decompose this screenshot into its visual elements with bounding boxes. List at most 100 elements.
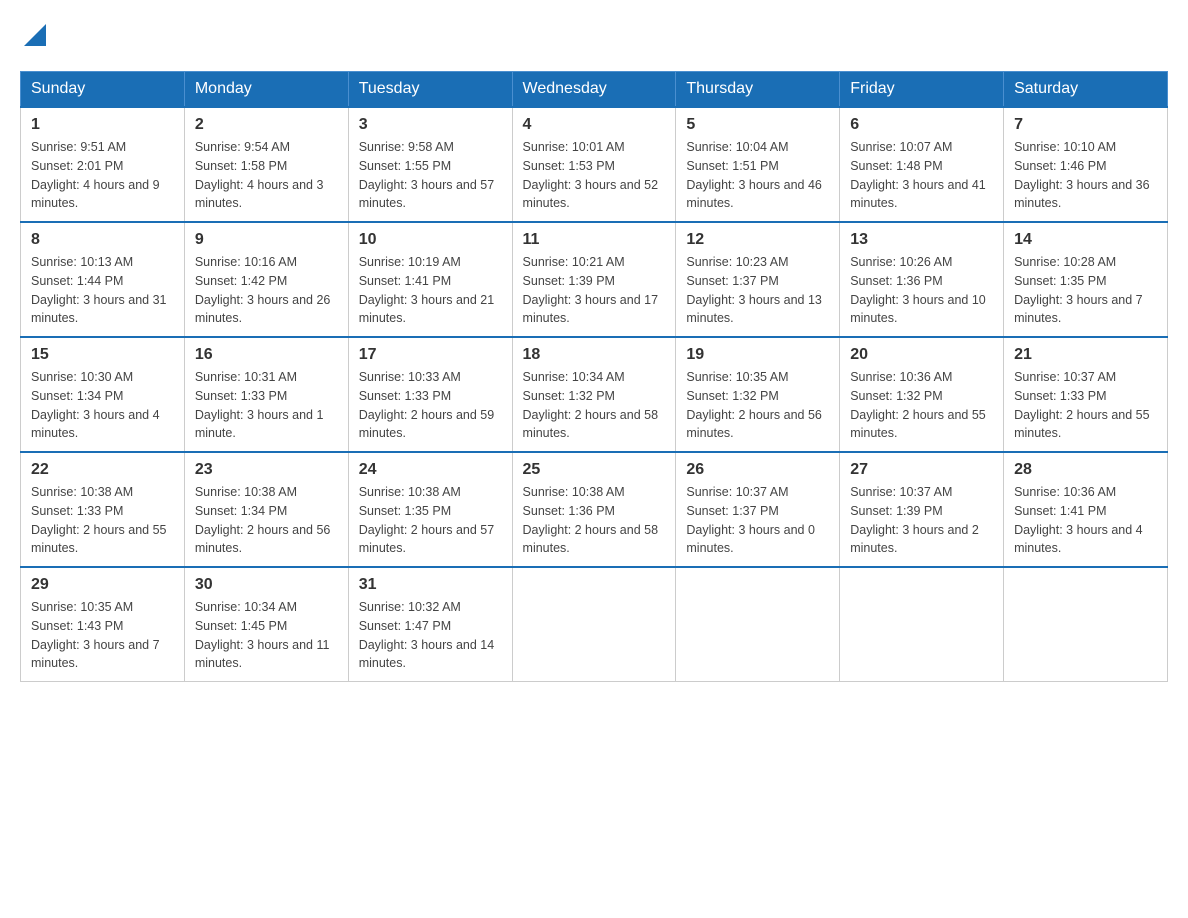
day-cell-24: 24Sunrise: 10:38 AMSunset: 1:35 PMDaylig… bbox=[348, 452, 512, 567]
day-info: Sunrise: 10:37 AMSunset: 1:39 PMDaylight… bbox=[850, 483, 993, 558]
day-number: 28 bbox=[1014, 461, 1157, 479]
day-number: 15 bbox=[31, 346, 174, 364]
day-number: 20 bbox=[850, 346, 993, 364]
day-info: Sunrise: 10:38 AMSunset: 1:35 PMDaylight… bbox=[359, 483, 502, 558]
day-info: Sunrise: 10:35 AMSunset: 1:43 PMDaylight… bbox=[31, 598, 174, 673]
empty-cell bbox=[840, 567, 1004, 682]
day-number: 9 bbox=[195, 231, 338, 249]
day-number: 8 bbox=[31, 231, 174, 249]
week-row-5: 29 Sunrise: 10:35 AMSunset: 1:43 PMDaylig… bbox=[21, 567, 1168, 682]
column-header-thursday: Thursday bbox=[676, 72, 840, 108]
day-cell-28: 28 Sunrise: 10:36 AMSunset: 1:41 PMDaylig… bbox=[1004, 452, 1168, 567]
day-cell-25: 25 Sunrise: 10:38 AMSunset: 1:36 PMDaylig… bbox=[512, 452, 676, 567]
column-header-monday: Monday bbox=[184, 72, 348, 108]
logo bbox=[20, 20, 46, 51]
day-number: 12 bbox=[686, 231, 829, 249]
day-number: 2 bbox=[195, 116, 338, 134]
day-cell-23: 23 Sunrise: 10:38 AMSunset: 1:34 PMDaylig… bbox=[184, 452, 348, 567]
day-number: 4 bbox=[523, 116, 666, 134]
day-cell-17: 17 Sunrise: 10:33 AMSunset: 1:33 PMDaylig… bbox=[348, 337, 512, 452]
day-cell-12: 12 Sunrise: 10:23 AMSunset: 1:37 PMDaylig… bbox=[676, 222, 840, 337]
column-header-friday: Friday bbox=[840, 72, 1004, 108]
day-cell-27: 27 Sunrise: 10:37 AMSunset: 1:39 PMDaylig… bbox=[840, 452, 1004, 567]
day-cell-14: 14 Sunrise: 10:28 AMSunset: 1:35 PMDaylig… bbox=[1004, 222, 1168, 337]
day-number: 27 bbox=[850, 461, 993, 479]
day-info: Sunrise: 10:16 AMSunset: 1:42 PMDaylight… bbox=[195, 253, 338, 328]
page-header bbox=[20, 20, 1168, 51]
day-number: 30 bbox=[195, 576, 338, 594]
week-row-2: 8 Sunrise: 10:13 AMSunset: 1:44 PMDayligh… bbox=[21, 222, 1168, 337]
day-info: Sunrise: 10:38 AMSunset: 1:33 PMDaylight… bbox=[31, 483, 174, 558]
day-info: Sunrise: 9:51 AMSunset: 2:01 PMDaylight:… bbox=[31, 138, 174, 213]
day-info: Sunrise: 10:35 AMSunset: 1:32 PMDaylight… bbox=[686, 368, 829, 443]
day-cell-9: 9 Sunrise: 10:16 AMSunset: 1:42 PMDayligh… bbox=[184, 222, 348, 337]
day-cell-5: 5Sunrise: 10:04 AMSunset: 1:51 PMDayligh… bbox=[676, 107, 840, 222]
day-cell-7: 7 Sunrise: 10:10 AMSunset: 1:46 PMDayligh… bbox=[1004, 107, 1168, 222]
day-info: Sunrise: 10:19 AMSunset: 1:41 PMDaylight… bbox=[359, 253, 502, 328]
day-info: Sunrise: 10:21 AMSunset: 1:39 PMDaylight… bbox=[523, 253, 666, 328]
day-number: 11 bbox=[523, 231, 666, 249]
day-number: 17 bbox=[359, 346, 502, 364]
day-cell-22: 22 Sunrise: 10:38 AMSunset: 1:33 PMDaylig… bbox=[21, 452, 185, 567]
day-info: Sunrise: 10:23 AMSunset: 1:37 PMDaylight… bbox=[686, 253, 829, 328]
week-row-4: 22 Sunrise: 10:38 AMSunset: 1:33 PMDaylig… bbox=[21, 452, 1168, 567]
day-cell-20: 20 Sunrise: 10:36 AMSunset: 1:32 PMDaylig… bbox=[840, 337, 1004, 452]
day-cell-3: 3Sunrise: 9:58 AMSunset: 1:55 PMDaylight… bbox=[348, 107, 512, 222]
day-info: Sunrise: 10:01 AMSunset: 1:53 PMDaylight… bbox=[523, 138, 666, 213]
day-number: 26 bbox=[686, 461, 829, 479]
day-info: Sunrise: 10:37 AMSunset: 1:33 PMDaylight… bbox=[1014, 368, 1157, 443]
day-cell-21: 21 Sunrise: 10:37 AMSunset: 1:33 PMDaylig… bbox=[1004, 337, 1168, 452]
column-header-tuesday: Tuesday bbox=[348, 72, 512, 108]
column-header-sunday: Sunday bbox=[21, 72, 185, 108]
day-info: Sunrise: 10:36 AMSunset: 1:41 PMDaylight… bbox=[1014, 483, 1157, 558]
calendar-table: SundayMondayTuesdayWednesdayThursdayFrid… bbox=[20, 71, 1168, 682]
day-info: Sunrise: 10:37 AMSunset: 1:37 PMDaylight… bbox=[686, 483, 829, 558]
day-info: Sunrise: 10:34 AMSunset: 1:32 PMDaylight… bbox=[523, 368, 666, 443]
day-number: 18 bbox=[523, 346, 666, 364]
day-cell-31: 31 Sunrise: 10:32 AMSunset: 1:47 PMDaylig… bbox=[348, 567, 512, 682]
empty-cell bbox=[1004, 567, 1168, 682]
day-info: Sunrise: 10:38 AMSunset: 1:34 PMDaylight… bbox=[195, 483, 338, 558]
day-cell-13: 13Sunrise: 10:26 AMSunset: 1:36 PMDaylig… bbox=[840, 222, 1004, 337]
day-number: 7 bbox=[1014, 116, 1157, 134]
day-number: 10 bbox=[359, 231, 502, 249]
day-cell-4: 4 Sunrise: 10:01 AMSunset: 1:53 PMDayligh… bbox=[512, 107, 676, 222]
day-info: Sunrise: 10:32 AMSunset: 1:47 PMDaylight… bbox=[359, 598, 502, 673]
day-number: 14 bbox=[1014, 231, 1157, 249]
day-info: Sunrise: 10:30 AMSunset: 1:34 PMDaylight… bbox=[31, 368, 174, 443]
column-header-saturday: Saturday bbox=[1004, 72, 1168, 108]
day-info: Sunrise: 9:54 AMSunset: 1:58 PMDaylight:… bbox=[195, 138, 338, 213]
day-cell-10: 10 Sunrise: 10:19 AMSunset: 1:41 PMDaylig… bbox=[348, 222, 512, 337]
day-number: 23 bbox=[195, 461, 338, 479]
day-cell-15: 15 Sunrise: 10:30 AMSunset: 1:34 PMDaylig… bbox=[21, 337, 185, 452]
day-info: Sunrise: 10:07 AMSunset: 1:48 PMDaylight… bbox=[850, 138, 993, 213]
day-cell-19: 19Sunrise: 10:35 AMSunset: 1:32 PMDaylig… bbox=[676, 337, 840, 452]
day-info: Sunrise: 10:26 AMSunset: 1:36 PMDaylight… bbox=[850, 253, 993, 328]
day-cell-26: 26 Sunrise: 10:37 AMSunset: 1:37 PMDaylig… bbox=[676, 452, 840, 567]
day-number: 3 bbox=[359, 116, 502, 134]
empty-cell bbox=[676, 567, 840, 682]
day-number: 29 bbox=[31, 576, 174, 594]
calendar-header-row: SundayMondayTuesdayWednesdayThursdayFrid… bbox=[21, 72, 1168, 108]
week-row-1: 1 Sunrise: 9:51 AMSunset: 2:01 PMDaylight… bbox=[21, 107, 1168, 222]
empty-cell bbox=[512, 567, 676, 682]
logo-triangle-icon bbox=[24, 24, 46, 51]
day-info: Sunrise: 10:36 AMSunset: 1:32 PMDaylight… bbox=[850, 368, 993, 443]
day-number: 31 bbox=[359, 576, 502, 594]
day-info: Sunrise: 10:13 AMSunset: 1:44 PMDaylight… bbox=[31, 253, 174, 328]
day-cell-30: 30 Sunrise: 10:34 AMSunset: 1:45 PMDaylig… bbox=[184, 567, 348, 682]
day-info: Sunrise: 10:33 AMSunset: 1:33 PMDaylight… bbox=[359, 368, 502, 443]
day-number: 1 bbox=[31, 116, 174, 134]
week-row-3: 15 Sunrise: 10:30 AMSunset: 1:34 PMDaylig… bbox=[21, 337, 1168, 452]
day-cell-1: 1 Sunrise: 9:51 AMSunset: 2:01 PMDaylight… bbox=[21, 107, 185, 222]
day-number: 16 bbox=[195, 346, 338, 364]
day-info: Sunrise: 10:10 AMSunset: 1:46 PMDaylight… bbox=[1014, 138, 1157, 213]
day-info: Sunrise: 10:38 AMSunset: 1:36 PMDaylight… bbox=[523, 483, 666, 558]
day-number: 21 bbox=[1014, 346, 1157, 364]
day-number: 25 bbox=[523, 461, 666, 479]
day-info: Sunrise: 10:28 AMSunset: 1:35 PMDaylight… bbox=[1014, 253, 1157, 328]
column-header-wednesday: Wednesday bbox=[512, 72, 676, 108]
day-info: Sunrise: 10:34 AMSunset: 1:45 PMDaylight… bbox=[195, 598, 338, 673]
day-cell-18: 18 Sunrise: 10:34 AMSunset: 1:32 PMDaylig… bbox=[512, 337, 676, 452]
day-number: 22 bbox=[31, 461, 174, 479]
